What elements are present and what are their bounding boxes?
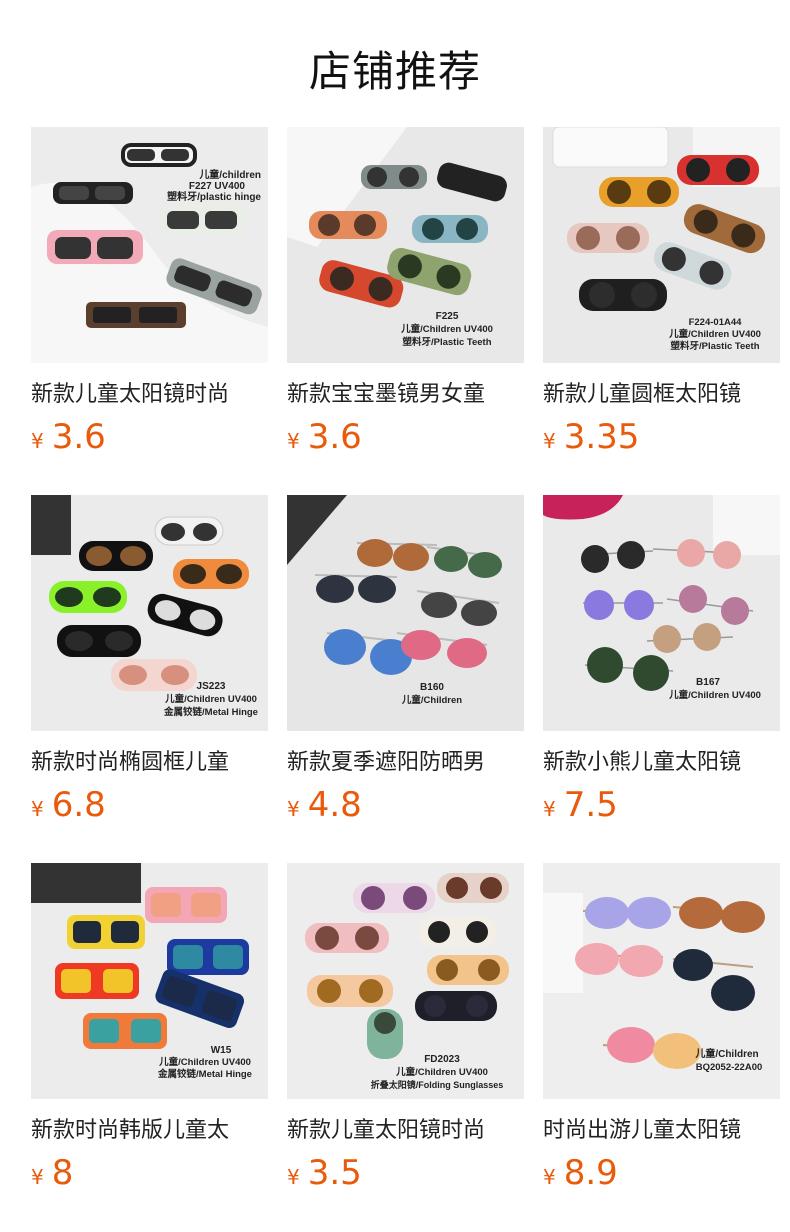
- product-name[interactable]: 新款时尚椭圆框儿童: [31, 749, 268, 777]
- price-row: ¥6.8: [31, 785, 268, 829]
- page-title: 店铺推荐: [308, 47, 481, 96]
- image-caption-line: B167: [696, 677, 720, 688]
- product-image[interactable]: W15 儿童/Children UV400 金属铰链/Metal Hinge: [31, 863, 268, 1099]
- image-caption-line: 儿童/Children UV400: [395, 1066, 488, 1078]
- price-row: ¥3.6: [287, 417, 524, 461]
- price-row: ¥3.5: [287, 1153, 524, 1197]
- product-image[interactable]: 儿童/Children BQ2052-22A00: [543, 863, 780, 1099]
- image-caption-line: B160: [420, 682, 444, 693]
- product-name[interactable]: 新款儿童太阳镜时尚: [31, 381, 268, 409]
- product-image[interactable]: 儿童/children F227 UV400 塑料牙/plastic hinge: [31, 127, 268, 363]
- product-price: 3.6: [51, 417, 106, 457]
- currency-symbol: ¥: [287, 797, 300, 821]
- currency-symbol: ¥: [543, 1165, 556, 1189]
- product-name[interactable]: 新款小熊儿童太阳镜: [543, 749, 780, 777]
- product-price: 8: [51, 1153, 74, 1193]
- image-caption-line: 儿童/Children UV400: [400, 323, 493, 335]
- image-caption-line: 金属铰链/Metal Hinge: [163, 706, 258, 718]
- image-caption-line: 塑料牙/plastic hinge: [167, 190, 261, 203]
- currency-symbol: ¥: [287, 429, 300, 453]
- image-caption-line: 儿童/Children UV400: [668, 328, 761, 340]
- image-caption-line: 儿童/Children UV400: [164, 693, 257, 705]
- product-price: 8.9: [563, 1153, 618, 1193]
- currency-symbol: ¥: [31, 429, 44, 453]
- product-card[interactable]: 儿童/children F227 UV400 塑料牙/plastic hinge…: [31, 127, 268, 461]
- currency-symbol: ¥: [543, 797, 556, 821]
- product-image[interactable]: B160 儿童/Children: [287, 495, 524, 731]
- image-caption-line: F227 UV400: [189, 181, 246, 192]
- price-row: ¥7.5: [543, 785, 780, 829]
- image-caption-line: FD2023: [424, 1054, 460, 1065]
- product-name[interactable]: 新款宝宝墨镜男女童: [287, 381, 524, 409]
- price-row: ¥8.9: [543, 1153, 780, 1197]
- product-name[interactable]: 新款时尚韩版儿童太: [31, 1117, 268, 1145]
- image-caption-line: JS223: [197, 681, 226, 692]
- product-card[interactable]: JS223 儿童/Children UV400 金属铰链/Metal Hinge…: [31, 495, 268, 829]
- product-card[interactable]: B160 儿童/Children 新款夏季遮阳防晒男 ¥4.8: [287, 495, 524, 829]
- price-row: ¥3.35: [543, 417, 780, 461]
- image-caption-line: 儿童/Children UV400: [158, 1056, 251, 1068]
- image-caption-line: 儿童/Children: [694, 1047, 758, 1060]
- image-caption-line: 儿童/children: [198, 168, 261, 181]
- product-name[interactable]: 时尚出游儿童太阳镜: [543, 1117, 780, 1145]
- product-price: 6.8: [51, 785, 106, 825]
- product-image[interactable]: F225 儿童/Children UV400 塑料牙/Plastic Teeth: [287, 127, 524, 363]
- image-caption-line: 金属铰链/Metal Hinge: [157, 1068, 252, 1080]
- product-card[interactable]: 儿童/Children BQ2052-22A00 时尚出游儿童太阳镜 ¥8.9: [543, 863, 780, 1197]
- image-caption-line: W15: [211, 1045, 232, 1056]
- product-card[interactable]: B167 儿童/Children UV400 新款小熊儿童太阳镜 ¥7.5: [543, 495, 780, 829]
- currency-symbol: ¥: [287, 1165, 300, 1189]
- price-row: ¥4.8: [287, 785, 524, 829]
- image-caption-line: 折叠太阳镜/Folding Sunglasses: [371, 1079, 504, 1090]
- product-image[interactable]: JS223 儿童/Children UV400 金属铰链/Metal Hinge: [31, 495, 268, 731]
- image-caption-line: 儿童/Children: [401, 694, 462, 706]
- image-caption-line: 塑料牙/Plastic Teeth: [670, 340, 759, 352]
- image-caption-line: 塑料牙/Plastic Teeth: [402, 336, 491, 348]
- currency-symbol: ¥: [31, 1165, 44, 1189]
- product-card[interactable]: FD2023 儿童/Children UV400 折叠太阳镜/Folding S…: [287, 863, 524, 1197]
- image-caption-line: F224-01A44: [689, 317, 743, 328]
- currency-symbol: ¥: [543, 429, 556, 453]
- product-name[interactable]: 新款夏季遮阳防晒男: [287, 749, 524, 777]
- store-recommendations-page: 店铺推荐 儿童/children F227 UV400 塑料牙/plastic …: [0, 0, 790, 1232]
- price-row: ¥8: [31, 1153, 268, 1197]
- product-price: 3.6: [307, 417, 362, 457]
- price-row: ¥3.6: [31, 417, 268, 461]
- product-image[interactable]: FD2023 儿童/Children UV400 折叠太阳镜/Folding S…: [287, 863, 524, 1099]
- currency-symbol: ¥: [31, 797, 44, 821]
- product-price: 3.5: [307, 1153, 362, 1193]
- product-image[interactable]: F224-01A44 儿童/Children UV400 塑料牙/Plastic…: [543, 127, 780, 363]
- product-price: 7.5: [563, 785, 618, 825]
- product-name[interactable]: 新款儿童太阳镜时尚: [287, 1117, 524, 1145]
- product-card[interactable]: W15 儿童/Children UV400 金属铰链/Metal Hinge 新…: [31, 863, 268, 1197]
- product-price: 3.35: [563, 417, 640, 457]
- product-image[interactable]: B167 儿童/Children UV400: [543, 495, 780, 731]
- product-card[interactable]: F225 儿童/Children UV400 塑料牙/Plastic Teeth…: [287, 127, 524, 461]
- image-caption-line: BQ2052-22A00: [696, 1062, 763, 1073]
- image-caption-line: 儿童/Children UV400: [668, 689, 761, 701]
- product-price: 4.8: [307, 785, 362, 825]
- image-caption-line: F225: [436, 311, 459, 322]
- product-card[interactable]: F224-01A44 儿童/Children UV400 塑料牙/Plastic…: [543, 127, 780, 461]
- product-name[interactable]: 新款儿童圆框太阳镜: [543, 381, 780, 409]
